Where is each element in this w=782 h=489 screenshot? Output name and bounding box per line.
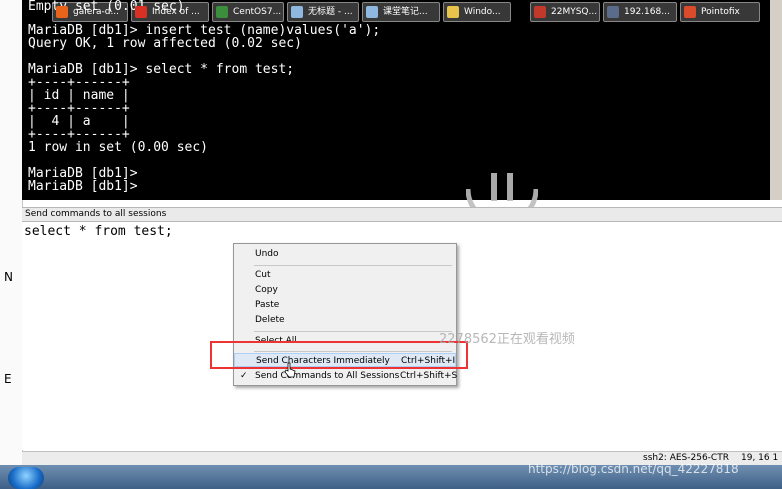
- taskbar-item[interactable]: Index of ...: [131, 2, 209, 22]
- left-panel-strip: N E: [0, 0, 23, 465]
- start-button[interactable]: [8, 467, 44, 489]
- menu-item-label: Cut: [255, 270, 271, 280]
- taskbar-item-label: Pointofix: [701, 7, 740, 17]
- taskbar-item[interactable]: Windo...: [443, 2, 511, 22]
- firefox-icon: [56, 6, 68, 18]
- left-strip-mark: N: [4, 270, 13, 284]
- menu-separator: [254, 265, 452, 266]
- taskbar-item-label: 192.168...: [624, 7, 670, 17]
- taskbar-item[interactable]: galera-d...: [52, 2, 128, 22]
- menu-item-copy[interactable]: Copy: [234, 283, 456, 297]
- viewer-watermark: 2278562正在观看视频: [439, 332, 575, 347]
- menu-item-paste[interactable]: Paste: [234, 298, 456, 312]
- taskbar-item-label: Windo...: [464, 7, 501, 17]
- menu-item-shortcut: Ctrl+Shift+S: [400, 371, 458, 381]
- checkmark-icon: ✓: [240, 371, 248, 381]
- notes-icon: [366, 6, 378, 18]
- terminal-line: MariaDB [db1]>: [28, 179, 138, 194]
- left-strip-mark: E: [4, 372, 12, 386]
- command-window-title: Send commands to all sessions: [25, 209, 167, 219]
- menu-separator: [254, 331, 452, 332]
- chrome-icon: [135, 6, 147, 18]
- blog-watermark: https://blog.csdn.net/qq_42227818: [528, 462, 739, 476]
- command-text: select * from test;: [24, 224, 173, 239]
- terminal-line: 1 row in set (0.00 sec): [28, 140, 209, 155]
- menu-item-label: Send Commands to All Sessions: [255, 371, 400, 381]
- vm-icon: [216, 6, 228, 18]
- command-window-header: Send commands to all sessions: [22, 207, 782, 222]
- menu-item-label: Copy: [255, 285, 278, 295]
- taskbar-item[interactable]: 无标题 - ...: [287, 2, 359, 22]
- taskbar-item-label: 22MYSQ...: [551, 7, 598, 17]
- terminal-output[interactable]: Empty set (0.01 sec) MariaDB [db1]> inse…: [22, 0, 782, 200]
- highlight-annotation-box: [210, 341, 468, 369]
- menu-item-delete[interactable]: Delete: [234, 313, 456, 327]
- taskbar-item-label: 课堂笔记...: [383, 7, 428, 17]
- menu-item-undo[interactable]: Undo: [234, 247, 456, 261]
- terminal-line: Query OK, 1 row affected (0.02 sec): [28, 36, 302, 51]
- terminal-scrollbar[interactable]: [770, 0, 782, 200]
- taskbar-item[interactable]: 192.168...: [603, 2, 677, 22]
- pdf-icon: [534, 6, 546, 18]
- cursor-position: 19, 16 1: [741, 453, 779, 463]
- menu-item-send-commands-all-sessions[interactable]: ✓ Send Commands to All Sessions Ctrl+Shi…: [234, 369, 458, 383]
- menu-item-label: Paste: [255, 300, 280, 310]
- terminal-icon: [607, 6, 619, 18]
- menu-item-label: Undo: [255, 249, 279, 259]
- taskbar-item-label: galera-d...: [73, 7, 120, 17]
- taskbar-item[interactable]: CentOS7...: [212, 2, 284, 22]
- taskbar-item[interactable]: 课堂笔记...: [362, 2, 440, 22]
- taskbar-item-label: 无标题 - ...: [308, 7, 353, 17]
- menu-item-label: Delete: [255, 315, 285, 325]
- menu-item-cut[interactable]: Cut: [234, 268, 456, 282]
- folder-icon: [447, 6, 459, 18]
- notepad-icon: [291, 6, 303, 18]
- taskbar-item[interactable]: 22MYSQ...: [530, 2, 600, 22]
- taskbar-item-label: Index of ...: [152, 7, 200, 17]
- taskbar-item[interactable]: Pointofix: [680, 2, 760, 22]
- pointofix-icon: [684, 6, 696, 18]
- taskbar-item-label: CentOS7...: [233, 7, 282, 17]
- cursor-hand-icon: [284, 362, 296, 378]
